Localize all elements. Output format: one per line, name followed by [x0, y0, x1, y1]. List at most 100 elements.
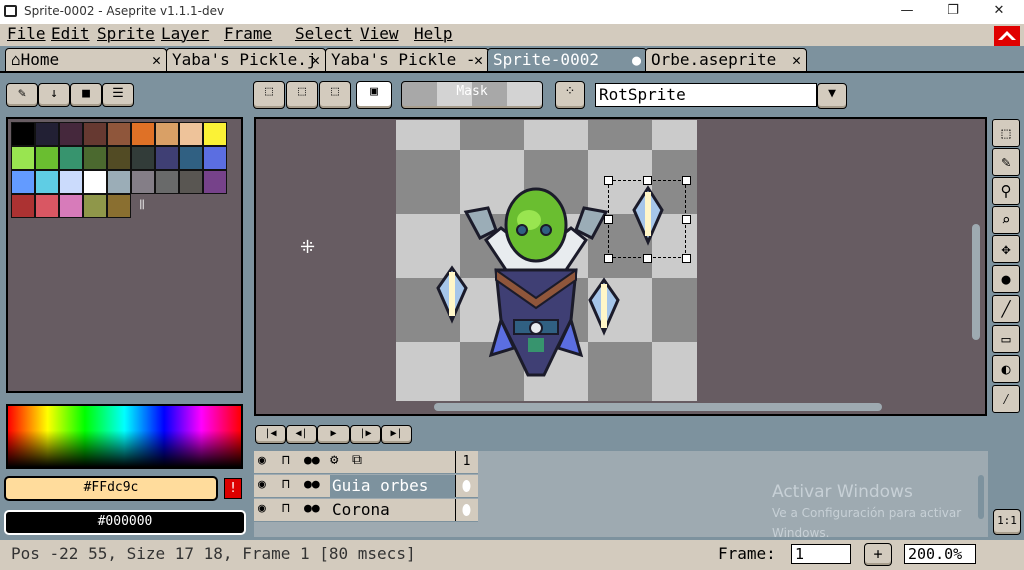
palette-swatch[interactable] — [179, 146, 203, 170]
palette-swatch[interactable] — [107, 122, 131, 146]
selection-replace-button[interactable]: ⬚ — [253, 81, 285, 109]
onion-skin-icon[interactable]: ⧉ — [352, 452, 362, 468]
layer-name[interactable]: Guia orbes — [330, 475, 474, 497]
sprite-canvas[interactable] — [396, 120, 697, 401]
layer-row-corona[interactable]: ◉ ⊓ ●● Corona — [254, 499, 478, 522]
eye-icon[interactable]: ◉ — [258, 477, 266, 492]
layer-name[interactable]: Corona — [330, 499, 474, 521]
chevron-down-icon[interactable]: ▼ — [817, 83, 847, 109]
rotation-algorithm-select[interactable]: RotSprite — [595, 83, 817, 107]
palette-swatch[interactable] — [203, 146, 227, 170]
palette-swatch[interactable] — [11, 122, 35, 146]
pencil-tool-icon[interactable]: ✎ — [992, 148, 1020, 176]
palette-swatch[interactable] — [35, 170, 59, 194]
palette-options-button[interactable]: ☰ — [102, 83, 134, 107]
lock-icon[interactable]: ⊓ — [282, 453, 290, 468]
palette-swatch[interactable] — [83, 194, 107, 218]
tab-home[interactable]: ⌂Home ✕ — [5, 48, 167, 73]
presets-button[interactable]: ■ — [70, 83, 102, 107]
continuous-icon[interactable]: ●● — [304, 501, 320, 516]
palette-swatch[interactable] — [107, 170, 131, 194]
menu-help[interactable]: Help — [414, 24, 453, 46]
close-tab-icon[interactable]: ✕ — [474, 49, 483, 71]
menu-view[interactable]: View — [360, 24, 399, 46]
palette-swatch[interactable] — [35, 194, 59, 218]
red-flag-icon[interactable] — [994, 26, 1020, 46]
continuous-icon[interactable]: ●● — [304, 477, 320, 492]
unlock-icon[interactable]: ⊓ — [282, 477, 290, 492]
palette-swatch[interactable] — [107, 194, 131, 218]
fill-tool-icon[interactable]: ● — [992, 265, 1020, 293]
close-tab-icon[interactable]: ✕ — [792, 49, 801, 71]
transform-selection-box[interactable] — [608, 180, 686, 258]
cel-guia-orbes[interactable]: ⬮ — [455, 475, 477, 497]
play-button[interactable]: ▶ — [317, 425, 350, 444]
frame-input[interactable]: 1 — [791, 544, 851, 564]
first-frame-button[interactable]: |◀ — [255, 425, 286, 444]
transform-handle[interactable] — [604, 254, 613, 263]
last-frame-button[interactable]: ▶| — [381, 425, 412, 444]
warning-icon[interactable]: ! — [224, 478, 242, 499]
palette-swatch[interactable] — [35, 122, 59, 146]
tab-orbe[interactable]: Orbe.aseprite ✕ — [645, 48, 807, 73]
palette-swatch[interactable] — [203, 122, 227, 146]
palette-swatch[interactable] — [83, 146, 107, 170]
mask-color-button[interactable]: Mask — [401, 81, 543, 109]
selection-add-button[interactable]: ⬚ — [286, 81, 318, 109]
blur-tool-icon[interactable]: ⁄ — [992, 385, 1020, 413]
gear-icon[interactable]: ⚙ — [330, 452, 338, 468]
color-spectrum[interactable] — [6, 404, 243, 469]
menu-select[interactable]: Select — [295, 24, 353, 46]
menu-sprite[interactable]: Sprite — [97, 24, 155, 46]
palette-swatch[interactable] — [179, 122, 203, 146]
zoom-reset-button[interactable]: 1:1 — [993, 509, 1021, 535]
palette-swatch[interactable] — [155, 122, 179, 146]
close-tab-icon[interactable]: ✕ — [311, 49, 320, 71]
continuous-icon[interactable]: ●● — [304, 453, 320, 468]
eye-icon[interactable]: ◉ — [258, 501, 266, 516]
palette-swatch[interactable] — [35, 146, 59, 170]
palette-swatch[interactable] — [131, 146, 155, 170]
line-tool-icon[interactable]: ╱ — [992, 295, 1020, 323]
move-tool-icon[interactable]: ✥ — [992, 235, 1020, 263]
transparent-mode-button[interactable]: ▣ — [356, 81, 392, 109]
palette-swatch[interactable] — [83, 170, 107, 194]
tab-yabas-pickle[interactable]: Yaba's Pickle - ✕ — [325, 48, 489, 73]
add-frame-button[interactable]: + — [864, 543, 892, 566]
transform-handle[interactable] — [682, 176, 691, 185]
tab-yabas-pickle-j[interactable]: Yaba's Pickle.j ✕ — [166, 48, 326, 73]
menu-edit[interactable]: Edit — [51, 24, 90, 46]
vertical-scrollbar[interactable] — [972, 224, 980, 340]
pivot-button[interactable]: ⁘ — [555, 81, 585, 109]
minimize-button[interactable]: — — [884, 0, 930, 24]
sort-palette-button[interactable]: ↓ — [38, 83, 70, 107]
palette-swatch[interactable] — [59, 170, 83, 194]
eye-icon[interactable]: ◉ — [258, 453, 266, 468]
layer-row-guia-orbes[interactable]: ◉ ⊓ ●● Guia orbes — [254, 475, 478, 498]
previous-frame-button[interactable]: ◀| — [286, 425, 317, 444]
transform-handle[interactable] — [643, 254, 652, 263]
palette-swatch[interactable] — [155, 146, 179, 170]
timeline-scrollbar[interactable] — [978, 475, 984, 519]
menu-layer[interactable]: Layer — [161, 24, 209, 46]
palette-swatch[interactable] — [203, 170, 227, 194]
eyedropper-tool-icon[interactable]: ⚲ — [992, 177, 1020, 205]
zoom-input[interactable]: 200.0% — [904, 544, 976, 564]
palette-swatch[interactable] — [131, 122, 155, 146]
contour-tool-icon[interactable]: ◐ — [992, 355, 1020, 383]
palette-swatch[interactable] — [179, 170, 203, 194]
menu-file[interactable]: File — [7, 24, 46, 46]
palette-swatch[interactable] — [59, 122, 83, 146]
transform-handle[interactable] — [682, 215, 691, 224]
rectangle-tool-icon[interactable]: ▭ — [992, 325, 1020, 353]
menu-frame[interactable]: Frame — [224, 24, 272, 46]
palette-swatch[interactable] — [59, 194, 83, 218]
close-window-button[interactable]: ✕ — [976, 0, 1022, 24]
palette-swatch[interactable] — [11, 194, 35, 218]
palette-swatch[interactable] — [107, 146, 131, 170]
palette-swatch[interactable] — [11, 146, 35, 170]
marquee-tool-icon[interactable]: ⬚ — [992, 119, 1020, 147]
lock-icon[interactable]: ⊓ — [282, 501, 290, 516]
transform-handle[interactable] — [643, 176, 652, 185]
palette-swatch[interactable] — [83, 122, 107, 146]
